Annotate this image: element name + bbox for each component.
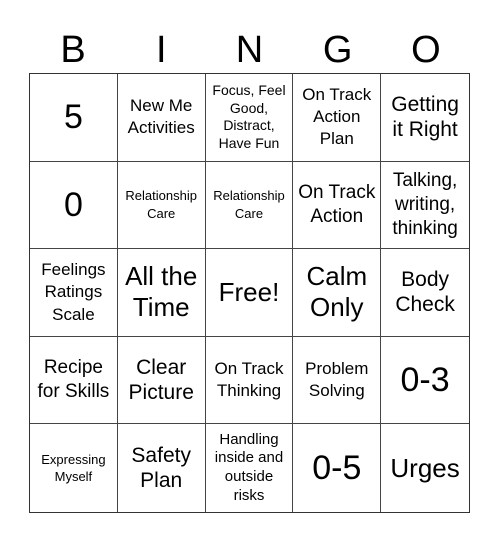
bingo-cell[interactable]: Relationship Care bbox=[117, 161, 206, 250]
bingo-cell[interactable]: Getting it Right bbox=[381, 74, 469, 162]
bingo-cell[interactable]: 0 bbox=[30, 161, 118, 250]
free-space-cell[interactable]: Free! bbox=[205, 249, 294, 337]
bingo-cell[interactable]: On Track Action bbox=[293, 161, 382, 250]
bingo-cell[interactable]: Body Check bbox=[381, 249, 469, 337]
bingo-cell[interactable]: Recipe for Skills bbox=[30, 336, 118, 425]
bingo-cell[interactable]: Relationship Care bbox=[205, 161, 294, 250]
bingo-cell[interactable]: On Track Thinking bbox=[205, 336, 294, 425]
bingo-grid: 5 New Me Activities Focus, Feel Good, Di… bbox=[29, 73, 470, 513]
bingo-cell[interactable]: Urges bbox=[381, 424, 469, 512]
bingo-cell[interactable]: Focus, Feel Good, Distract, Have Fun bbox=[205, 74, 294, 162]
bingo-cell[interactable]: Feelings Ratings Scale bbox=[30, 249, 118, 337]
bingo-cell[interactable]: Safety Plan bbox=[118, 424, 206, 512]
header-letter-o: O bbox=[411, 29, 441, 71]
bingo-cell[interactable]: 5 bbox=[30, 74, 118, 162]
bingo-cell[interactable]: New Me Activities bbox=[117, 74, 206, 162]
bingo-cell[interactable]: Talking, writing, thinking bbox=[381, 162, 469, 250]
header-letter-g: G bbox=[322, 29, 353, 71]
bingo-cell[interactable]: Clear Picture bbox=[117, 336, 206, 425]
bingo-cell[interactable]: Calm Only bbox=[293, 249, 382, 337]
bingo-cell[interactable]: Problem Solving bbox=[293, 336, 382, 425]
bingo-header: B I N G O bbox=[29, 28, 470, 72]
bingo-cell[interactable]: Expressing Myself bbox=[30, 424, 118, 512]
header-letter-i: I bbox=[156, 29, 167, 71]
bingo-cell[interactable]: 0-3 bbox=[381, 337, 469, 425]
bingo-cell[interactable]: All the Time bbox=[117, 249, 206, 337]
header-letter-n: N bbox=[235, 29, 264, 71]
bingo-cell[interactable]: 0-5 bbox=[293, 424, 382, 512]
header-letter-b: B bbox=[60, 29, 86, 71]
bingo-cell[interactable]: Handling inside and outside risks bbox=[206, 424, 294, 512]
bingo-cell[interactable]: On Track Action Plan bbox=[293, 74, 382, 162]
